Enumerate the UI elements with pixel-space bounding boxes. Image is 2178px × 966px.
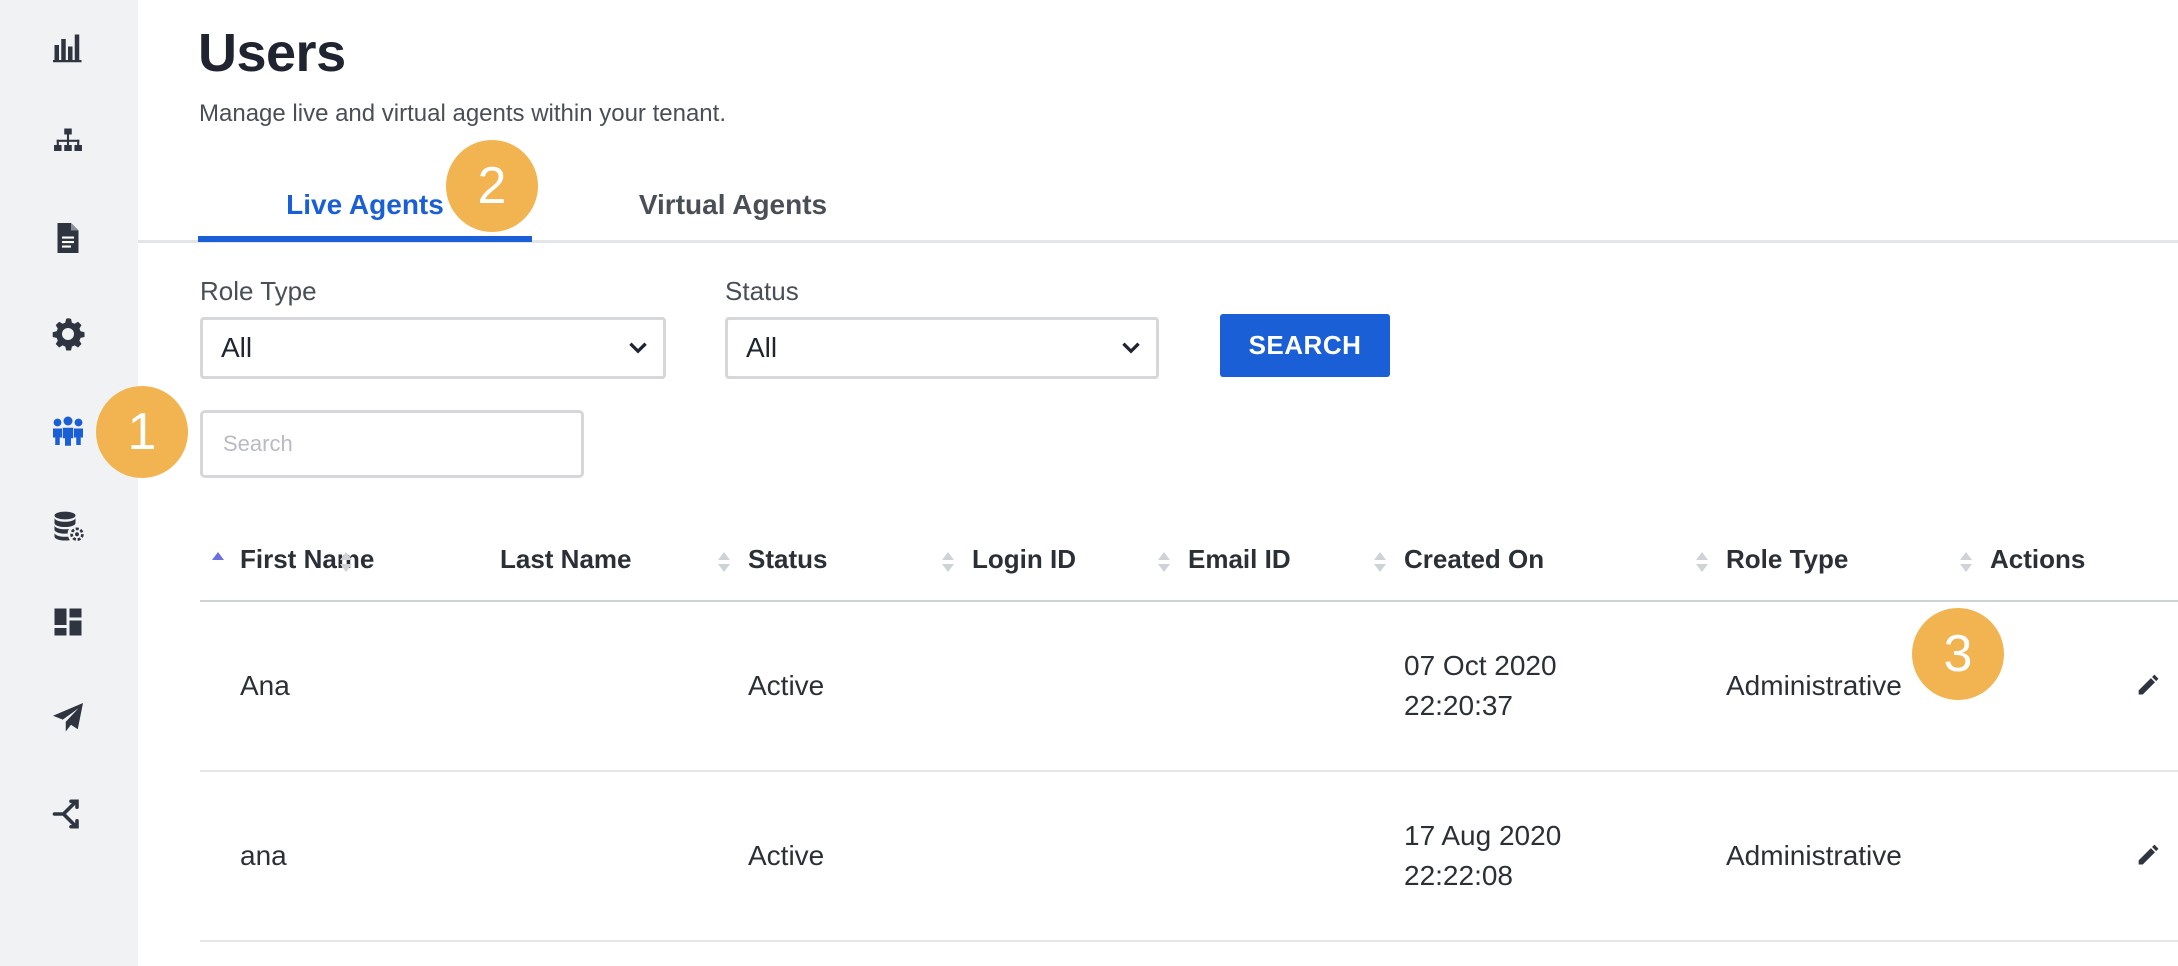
col-status[interactable]: Status xyxy=(748,544,827,575)
status-select[interactable]: All xyxy=(725,317,1159,379)
page-title: Users xyxy=(198,23,346,83)
col-role-type[interactable]: Role Type xyxy=(1726,544,1848,575)
page-subtitle: Manage live and virtual agents within yo… xyxy=(199,100,726,127)
callout-badge-3: 3 xyxy=(1912,608,2004,700)
main-content: Users Manage live and virtual agents wit… xyxy=(138,0,2178,966)
col-first-name[interactable]: First Name xyxy=(240,544,374,575)
created-date: 07 Oct 2020 xyxy=(1404,650,1557,681)
row-divider xyxy=(200,940,2178,942)
sort-icon[interactable] xyxy=(716,548,732,576)
created-time: 22:22:08 xyxy=(1404,860,1513,891)
role-type-label: Role Type xyxy=(200,276,317,306)
cell-first-name: ana xyxy=(240,840,287,871)
col-last-name[interactable]: Last Name xyxy=(500,544,632,575)
bar-chart-icon[interactable] xyxy=(48,28,88,68)
sort-asc-icon[interactable] xyxy=(210,548,226,576)
cell-first-name: Ana xyxy=(240,670,290,701)
sort-icon[interactable] xyxy=(338,548,354,576)
table-header-divider xyxy=(200,600,2178,602)
gear-icon[interactable] xyxy=(48,314,88,354)
sort-icon[interactable] xyxy=(1958,548,1974,576)
status-label: Status xyxy=(725,276,799,306)
org-chart-icon[interactable] xyxy=(48,122,88,162)
database-settings-icon[interactable] xyxy=(48,506,88,546)
cell-created-on: 17 Aug 2020 22:22:08 xyxy=(1404,816,1561,896)
sort-icon[interactable] xyxy=(1156,548,1172,576)
search-button[interactable]: SEARCH xyxy=(1220,314,1390,377)
role-type-select[interactable]: All xyxy=(200,317,666,379)
callout-badge-2: 2 xyxy=(446,140,538,232)
cell-role-type: Administrative xyxy=(1726,840,1902,871)
merge-icon[interactable] xyxy=(48,794,88,834)
status-value: All xyxy=(746,332,778,363)
created-time: 22:20:37 xyxy=(1404,690,1513,721)
active-tab-indicator xyxy=(198,236,532,242)
chevron-down-icon xyxy=(629,342,647,354)
chevron-down-icon xyxy=(1122,342,1140,354)
cell-role-type: Administrative xyxy=(1726,670,1902,701)
sidebar xyxy=(0,0,138,966)
edit-icon[interactable] xyxy=(2132,668,2164,700)
cell-created-on: 07 Oct 2020 22:20:37 xyxy=(1404,646,1557,726)
row-divider xyxy=(200,770,2178,772)
paper-plane-icon[interactable] xyxy=(48,698,88,738)
dashboard-icon[interactable] xyxy=(48,602,88,642)
col-actions: Actions xyxy=(1990,544,2086,574)
users-icon[interactable] xyxy=(48,410,88,450)
cell-status: Active xyxy=(748,840,825,871)
cell-status: Active xyxy=(748,670,825,701)
role-type-value: All xyxy=(221,332,253,363)
sort-icon[interactable] xyxy=(940,548,956,576)
edit-icon[interactable] xyxy=(2132,838,2164,870)
sort-icon[interactable] xyxy=(1372,548,1388,576)
search-input[interactable] xyxy=(200,410,584,478)
col-email-id[interactable]: Email ID xyxy=(1188,544,1291,575)
col-login-id[interactable]: Login ID xyxy=(972,544,1076,575)
col-created-on[interactable]: Created On xyxy=(1404,544,1544,575)
tab-virtual-agents[interactable]: Virtual Agents xyxy=(578,180,888,240)
sort-icon[interactable] xyxy=(1694,548,1710,576)
created-date: 17 Aug 2020 xyxy=(1404,820,1562,851)
document-icon[interactable] xyxy=(48,218,88,258)
